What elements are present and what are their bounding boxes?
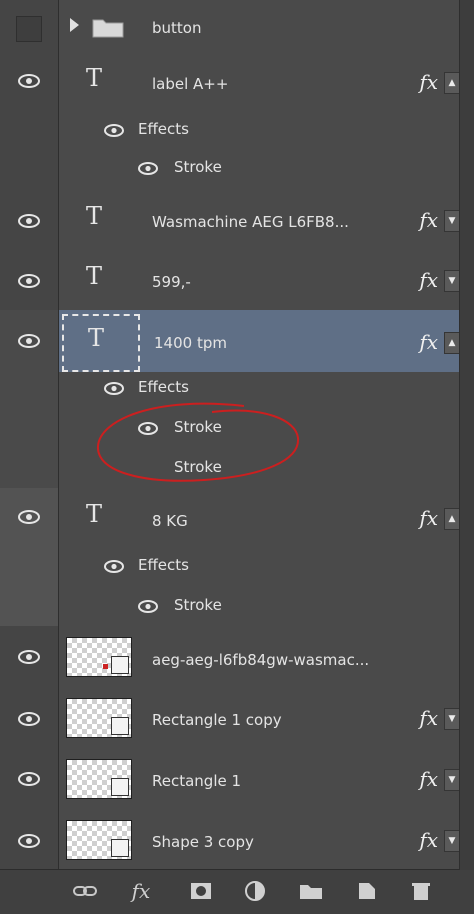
type-layer-icon: T <box>86 202 103 230</box>
layers-panel: button T label A++ fx ▲ Effects Stroke T… <box>0 0 474 914</box>
effects-collapse-arrow-icon[interactable]: ▲ <box>444 72 460 94</box>
adjustment-icon[interactable] <box>242 880 268 902</box>
fx-icon[interactable]: fx <box>419 706 438 730</box>
layer-row-wasmachine[interactable]: T Wasmachine AEG L6FB8... fx ▼ <box>0 190 474 251</box>
fx-icon[interactable]: fx <box>419 208 438 232</box>
visibility-column[interactable] <box>0 688 59 748</box>
stroke-eye-icon[interactable] <box>138 600 158 613</box>
layer-row-rect1[interactable]: Rectangle 1 fx ▼ <box>0 748 474 811</box>
mask-icon[interactable] <box>188 880 214 902</box>
expand-arrow-icon[interactable] <box>70 18 79 32</box>
eye-icon[interactable] <box>18 772 40 786</box>
visibility-column[interactable] <box>0 810 59 870</box>
stroke-label: Stroke <box>174 158 222 176</box>
stroke-label: Stroke <box>174 596 222 614</box>
visibility-column[interactable] <box>0 626 59 688</box>
effects-expand-arrow-icon[interactable]: ▼ <box>444 210 460 232</box>
effects-label: Effects <box>138 556 189 574</box>
effects-collapse-arrow-icon[interactable]: ▲ <box>444 508 460 530</box>
layer-name-shape3copy: Shape 3 copy <box>152 833 254 851</box>
visibility-column[interactable] <box>0 0 59 54</box>
layer-row-rect1copy[interactable]: Rectangle 1 copy fx ▼ <box>0 688 474 749</box>
eye-icon[interactable] <box>18 510 40 524</box>
layer-row-shape3copy[interactable]: Shape 3 copy fx ▼ <box>0 810 474 871</box>
effects-label: Effects <box>138 120 189 138</box>
layer-name-label-a: label A++ <box>152 75 229 93</box>
eye-icon[interactable] <box>18 214 40 228</box>
effects-expand-arrow-icon[interactable]: ▼ <box>444 708 460 730</box>
layer-thumbnail <box>66 698 132 738</box>
fx-icon[interactable]: fx <box>419 268 438 292</box>
visibility-toggle-empty[interactable] <box>16 16 42 42</box>
visibility-column[interactable] <box>0 310 59 488</box>
layer-row-price[interactable]: T 599,- fx ▼ <box>0 250 474 311</box>
layer-name-rect1copy: Rectangle 1 copy <box>152 711 282 729</box>
effects-eye-icon[interactable] <box>104 124 124 137</box>
eye-icon[interactable] <box>18 650 40 664</box>
trash-icon[interactable] <box>408 880 434 902</box>
fx-icon[interactable]: fx <box>419 828 438 852</box>
smart-object-icon <box>103 664 108 669</box>
annotation-circle <box>94 400 304 486</box>
type-layer-icon: T <box>88 324 105 352</box>
visibility-column[interactable] <box>0 488 59 626</box>
effects-label: Effects <box>138 378 189 396</box>
layer-row-button[interactable]: button <box>0 0 474 55</box>
eye-icon[interactable] <box>18 334 40 348</box>
fx-icon[interactable]: fx <box>419 767 438 791</box>
scrollbar[interactable] <box>459 0 474 870</box>
layer-thumbnail <box>66 820 132 860</box>
eye-icon[interactable] <box>18 274 40 288</box>
layer-row-label-a[interactable]: T label A++ fx ▲ Effects Stroke <box>0 54 474 191</box>
effects-expand-arrow-icon[interactable]: ▼ <box>444 769 460 791</box>
layer-row-image[interactable]: aeg-aeg-l6fb84gw-wasmac... <box>0 626 474 689</box>
layer-thumbnail <box>66 637 132 677</box>
layers-toolbar: fx <box>0 869 474 914</box>
new-layer-icon[interactable] <box>354 880 380 902</box>
fx-icon[interactable]: fx <box>419 506 438 530</box>
stroke-eye-icon[interactable] <box>138 162 158 175</box>
layer-name-rect1: Rectangle 1 <box>152 772 242 790</box>
type-layer-icon: T <box>86 64 103 92</box>
fx-add-style-icon[interactable]: fx <box>128 880 154 902</box>
type-layer-icon: T <box>86 262 103 290</box>
effects-expand-arrow-icon[interactable]: ▼ <box>444 270 460 292</box>
layer-name-kg: 8 KG <box>152 512 188 530</box>
effects-eye-icon[interactable] <box>104 560 124 573</box>
type-layer-icon: T <box>86 500 103 528</box>
eye-icon[interactable] <box>18 712 40 726</box>
effects-eye-icon[interactable] <box>104 382 124 395</box>
effects-collapse-arrow-icon[interactable]: ▲ <box>444 332 460 354</box>
link-icon[interactable] <box>72 880 98 902</box>
eye-icon[interactable] <box>18 834 40 848</box>
visibility-column[interactable] <box>0 54 59 190</box>
layer-name-button: button <box>152 19 202 37</box>
fx-icon[interactable]: fx <box>419 70 438 94</box>
folder-icon <box>92 16 124 38</box>
shape-layer-icon <box>111 839 129 857</box>
fx-icon[interactable]: fx <box>419 330 438 354</box>
smart-object-badge-icon <box>111 656 129 674</box>
folder-icon[interactable] <box>298 880 324 902</box>
layer-row-kg[interactable]: T 8 KG fx ▲ Effects Stroke <box>0 488 474 627</box>
layer-name-wasmachine: Wasmachine AEG L6FB8... <box>152 213 349 231</box>
layer-name-price: 599,- <box>152 273 191 291</box>
shape-layer-icon <box>111 717 129 735</box>
layer-name-image: aeg-aeg-l6fb84gw-wasmac... <box>152 651 370 669</box>
effects-expand-arrow-icon[interactable]: ▼ <box>444 830 460 852</box>
layer-thumbnail <box>66 759 132 799</box>
visibility-column[interactable] <box>0 250 59 310</box>
visibility-column[interactable] <box>0 190 59 250</box>
layer-name-tpm: 1400 tpm <box>154 334 227 352</box>
eye-icon[interactable] <box>18 74 40 88</box>
visibility-column[interactable] <box>0 748 59 810</box>
shape-layer-icon <box>111 778 129 796</box>
